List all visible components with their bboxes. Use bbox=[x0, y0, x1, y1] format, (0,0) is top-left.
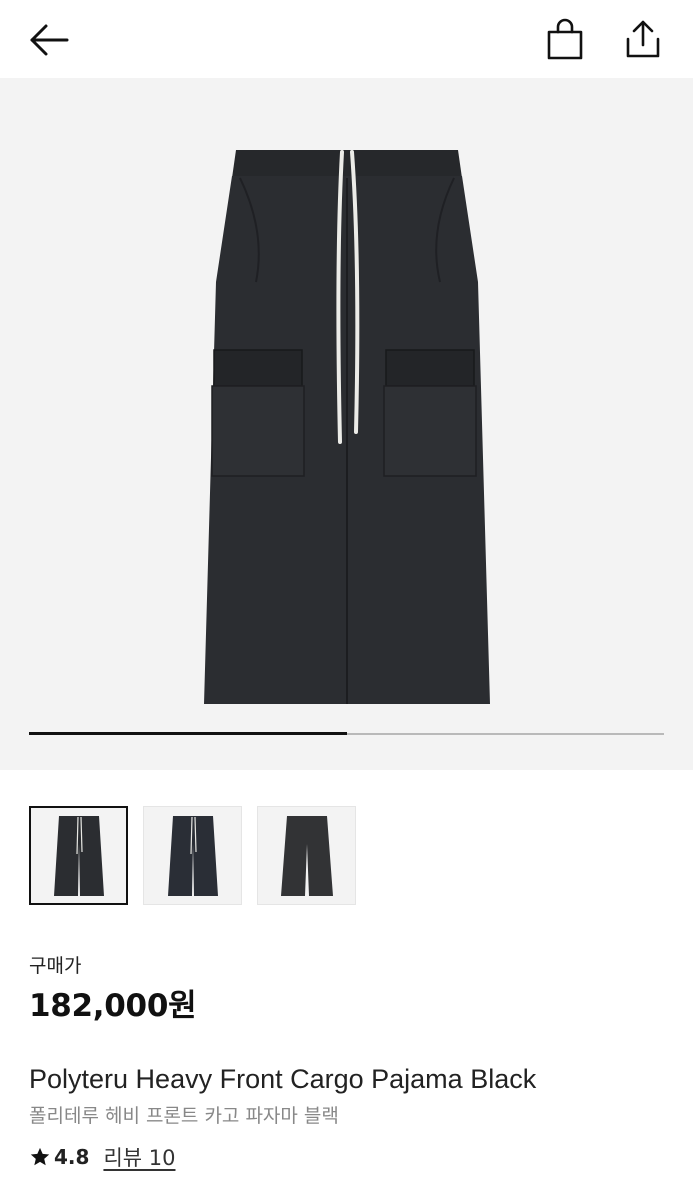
share-upload-icon bbox=[626, 20, 660, 58]
thumbnail-2[interactable] bbox=[143, 806, 242, 905]
gallery-progress-fill bbox=[29, 732, 347, 735]
review-link[interactable]: 리뷰 10 bbox=[103, 1142, 175, 1172]
product-price: 182,000원 bbox=[29, 988, 197, 1024]
gallery-progress-track bbox=[29, 732, 664, 735]
shopping-bag-icon bbox=[547, 18, 583, 60]
product-image-gallery[interactable] bbox=[0, 78, 693, 770]
thumbnail-1[interactable] bbox=[29, 806, 128, 905]
price-label: 구매가 bbox=[29, 955, 82, 977]
arrow-left-icon bbox=[30, 24, 69, 56]
product-name-korean: 폴리테루 헤비 프론트 카고 파자마 블랙 bbox=[29, 1105, 339, 1127]
thumbnail-pants-front-alt bbox=[167, 815, 218, 896]
back-button[interactable] bbox=[26, 18, 72, 62]
product-image-pants bbox=[204, 150, 490, 704]
star-icon bbox=[30, 1147, 50, 1166]
rating-score: 4.8 bbox=[54, 1145, 90, 1169]
product-rating: 4.8 리뷰 10 bbox=[29, 1143, 175, 1171]
thumbnail-3[interactable] bbox=[257, 806, 356, 905]
shopping-bag-button[interactable] bbox=[542, 16, 588, 62]
thumbnail-pants-back bbox=[280, 815, 333, 896]
thumbnail-pants-front bbox=[53, 815, 104, 896]
share-button[interactable] bbox=[620, 14, 666, 62]
top-navigation-bar bbox=[0, 0, 693, 78]
product-name-english: Polyteru Heavy Front Cargo Pajama Black bbox=[29, 1064, 537, 1094]
